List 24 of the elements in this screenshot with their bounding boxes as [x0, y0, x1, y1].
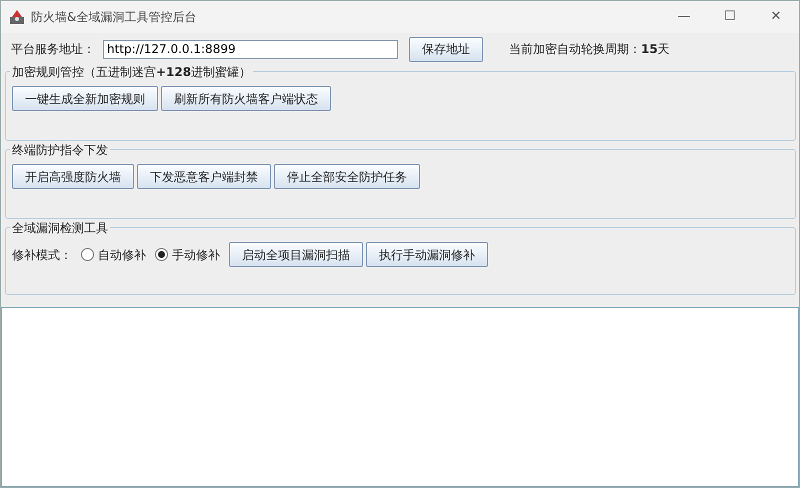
action-button[interactable]: 开启高强度防火墙	[12, 164, 134, 189]
rotation-period-text: 当前加密自动轮换周期：15天	[509, 41, 670, 58]
action-button[interactable]: 下发恶意客户端封禁	[137, 164, 271, 189]
maximize-button[interactable]: ☐	[707, 6, 753, 28]
group-title: 加密规则管控（五进制迷宫+128进制蜜罐）	[10, 63, 254, 81]
window-title: 防火墙&全域漏洞工具管控后台	[31, 9, 198, 26]
group-title: 终端防护指令下发	[10, 141, 110, 159]
app-icon	[9, 9, 25, 25]
address-label: 平台服务地址：	[11, 41, 95, 58]
action-button[interactable]: 一键生成全新加密规则	[12, 86, 158, 111]
minimize-button[interactable]: —	[661, 6, 707, 28]
close-button[interactable]: ✕	[753, 6, 799, 28]
address-field[interactable]: http://127.0.0.1:8899	[103, 40, 398, 58]
radio-button[interactable]	[155, 248, 168, 261]
action-button[interactable]: 启动全项目漏洞扫描	[229, 242, 363, 267]
group-title: 全域漏洞检测工具	[10, 219, 110, 237]
action-button[interactable]: 执行手动漏洞修补	[366, 242, 488, 267]
radio-button[interactable]	[81, 248, 94, 261]
radio-label: 自动修补	[98, 246, 146, 264]
radio-label: 手动修补	[172, 246, 220, 264]
field-label: 修补模式：	[12, 246, 72, 264]
action-button[interactable]: 停止全部安全防护任务	[274, 164, 420, 189]
save-button[interactable]: 保存地址	[409, 36, 483, 62]
action-button[interactable]: 刷新所有防火墙客户端状态	[161, 86, 331, 111]
